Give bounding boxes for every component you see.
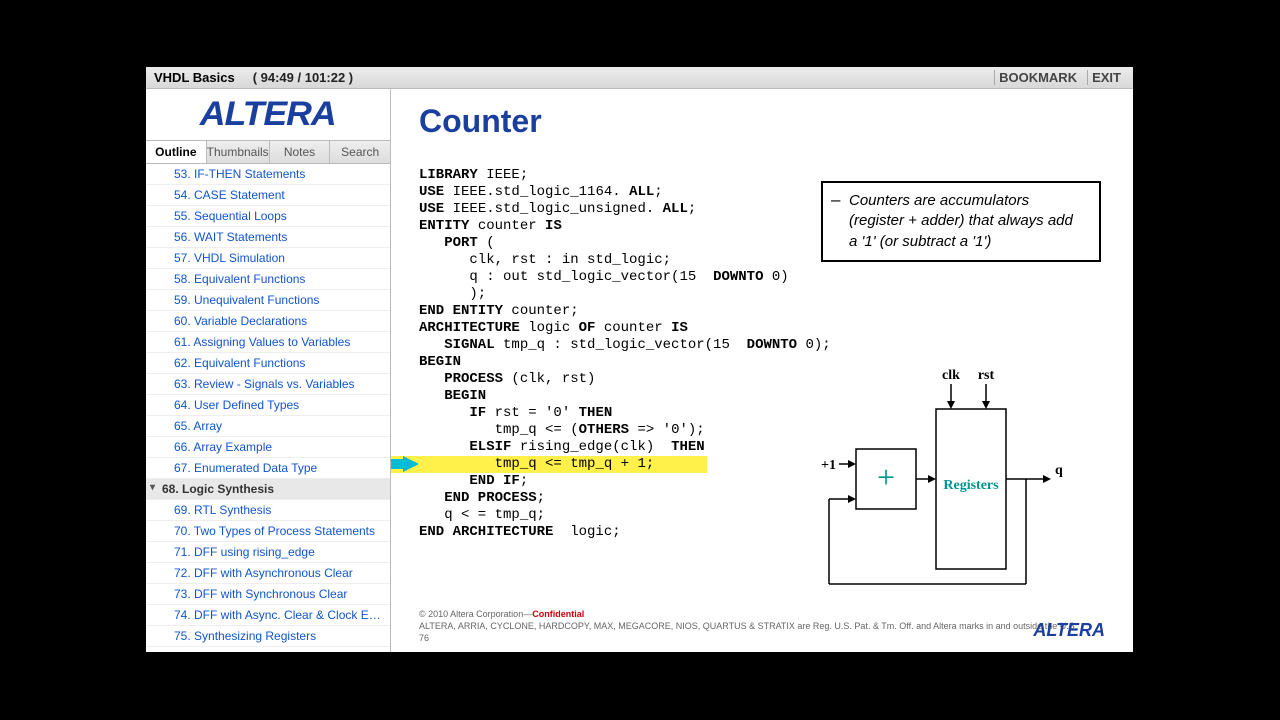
tab-search[interactable]: Search	[330, 141, 390, 163]
plus1-label: +1	[821, 458, 836, 473]
outline-item[interactable]: 69. RTL Synthesis	[146, 500, 390, 521]
outline-item[interactable]: 55. Sequential Loops	[146, 206, 390, 227]
outline-item[interactable]: 72. DFF with Asynchronous Clear	[146, 563, 390, 584]
outline-item[interactable]: 53. IF-THEN Statements	[146, 164, 390, 185]
course-title: VHDL Basics	[154, 70, 235, 85]
sidebar-tabs: OutlineThumbnailsNotesSearch	[146, 141, 390, 164]
slide-footer: © 2010 Altera Corporation—Confidential A…	[419, 608, 1105, 644]
callout-box: Counters are accumulators (register + ad…	[821, 181, 1101, 262]
outline-item[interactable]: 75. Synthesizing Registers	[146, 626, 390, 647]
outline-item[interactable]: 70. Two Types of Process Statements	[146, 521, 390, 542]
time-indicator: ( 94:49 / 101:22 )	[253, 70, 353, 85]
outline-item[interactable]: 60. Variable Declarations	[146, 311, 390, 332]
outline-item[interactable]: 62. Equivalent Functions	[146, 353, 390, 374]
adder-symbol: +	[877, 459, 895, 495]
outline-item[interactable]: 56. WAIT Statements	[146, 227, 390, 248]
outline-item[interactable]: 66. Array Example	[146, 437, 390, 458]
outline-item[interactable]: 59. Unequivalent Functions	[146, 290, 390, 311]
slide-area: Counter Counters are accumulators (regis…	[391, 89, 1133, 652]
outline-item[interactable]: 74. DFF with Async. Clear & Clock Enable	[146, 605, 390, 626]
clk-label: clk	[942, 368, 960, 383]
outline-item[interactable]: 61. Assigning Values to Variables	[146, 332, 390, 353]
exit-button[interactable]: EXIT	[1087, 70, 1125, 85]
bookmark-button[interactable]: BOOKMARK	[994, 70, 1081, 85]
tab-thumbnails[interactable]: Thumbnails	[207, 141, 270, 163]
tab-notes[interactable]: Notes	[270, 141, 331, 163]
q-label: q	[1055, 463, 1063, 478]
titlebar: VHDL Basics ( 94:49 / 101:22 ) BOOKMARK …	[146, 67, 1133, 89]
outline-item[interactable]: 63. Review - Signals vs. Variables	[146, 374, 390, 395]
outline-item[interactable]: 71. DFF using rising_edge	[146, 542, 390, 563]
outline-item[interactable]: 58. Equivalent Functions	[146, 269, 390, 290]
player-window: VHDL Basics ( 94:49 / 101:22 ) BOOKMARK …	[146, 67, 1133, 652]
slide-title: Counter	[419, 103, 1105, 140]
highlighted-line: tmp_q <= tmp_q + 1;	[419, 456, 707, 472]
arrow-icon	[403, 456, 419, 472]
outline-item[interactable]: 68. Logic Synthesis	[146, 479, 390, 500]
outline-item[interactable]: 54. CASE Statement	[146, 185, 390, 206]
sidebar: ALTERA OutlineThumbnailsNotesSearch 53. …	[146, 89, 391, 652]
footer-logo: ALTERA	[1033, 618, 1105, 642]
outline-list[interactable]: 53. IF-THEN Statements54. CASE Statement…	[146, 164, 390, 652]
callout-text: Counters are accumulators (register + ad…	[849, 192, 1073, 250]
outline-item[interactable]: 76. Counter	[146, 647, 390, 652]
outline-item[interactable]: 64. User Defined Types	[146, 395, 390, 416]
rst-label: rst	[978, 368, 995, 383]
outline-item[interactable]: 73. DFF with Synchronous Clear	[146, 584, 390, 605]
outline-item[interactable]: 57. VHDL Simulation	[146, 248, 390, 269]
tab-outline[interactable]: Outline	[146, 141, 207, 163]
registers-label: Registers	[943, 478, 999, 493]
outline-item[interactable]: 67. Enumerated Data Type	[146, 458, 390, 479]
logo: ALTERA	[146, 89, 390, 141]
block-diagram: clk rst Registers + +1	[811, 364, 1101, 604]
outline-item[interactable]: 65. Array	[146, 416, 390, 437]
